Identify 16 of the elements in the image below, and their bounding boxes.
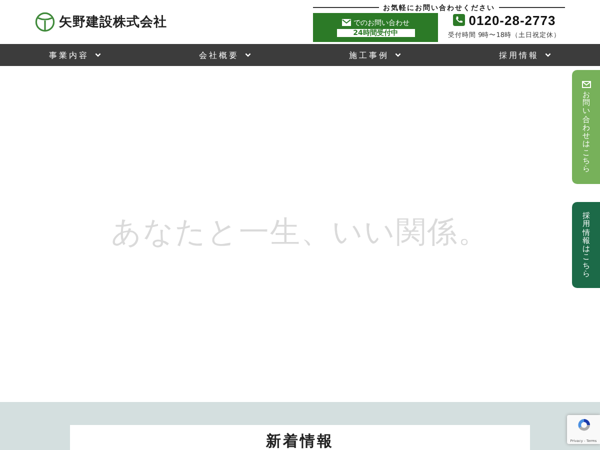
- phone-number[interactable]: 0120-28-2773: [468, 12, 556, 28]
- chevron-down-icon: [395, 53, 401, 57]
- company-name[interactable]: 矢野建設株式会社: [59, 13, 167, 31]
- chevron-down-icon: [545, 53, 551, 57]
- chevron-down-icon: [245, 53, 251, 57]
- chevron-down-icon: [95, 53, 101, 57]
- mail-icon: [582, 80, 590, 88]
- mail-icon: [342, 19, 350, 26]
- nav-item[interactable]: 会社概要: [150, 44, 300, 66]
- phone-icon: [452, 14, 465, 26]
- nav-item[interactable]: 採用情報: [450, 44, 600, 66]
- logo-icon: [35, 12, 55, 32]
- recaptcha-icon: [576, 417, 592, 433]
- nav-item[interactable]: 施工事例: [300, 44, 450, 66]
- news-heading: 新着情報: [266, 432, 334, 450]
- nav-item[interactable]: 事業内容: [0, 44, 150, 66]
